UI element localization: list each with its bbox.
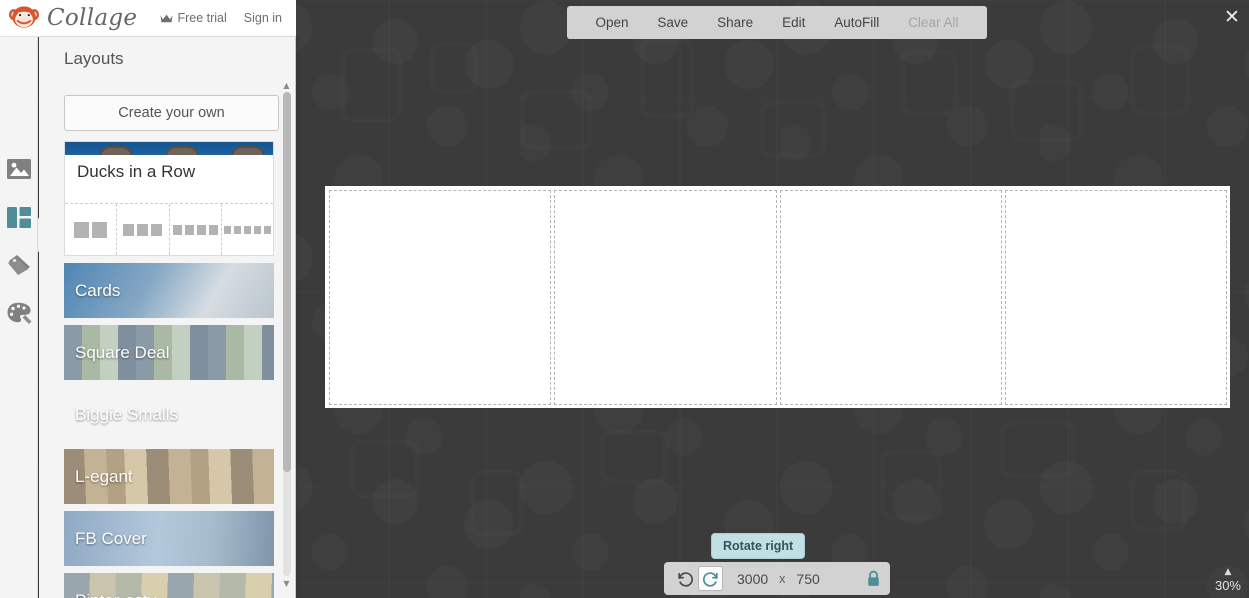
bg-shape: [1000, 420, 1076, 478]
layout-item-label: L-egant: [75, 466, 133, 486]
bg-shape: [1130, 470, 1188, 532]
layout-thumb: [65, 142, 273, 155]
layout-item-label: Ducks in a Row: [77, 162, 196, 181]
layout-item-label: Biggie Smalls: [75, 404, 178, 424]
layout-item[interactable]: FB Cover: [64, 511, 274, 566]
sidebar-item-swatches[interactable]: [0, 241, 38, 289]
layout-item[interactable]: Cards: [64, 263, 274, 318]
monkey-face-icon: [8, 6, 40, 28]
edit-button[interactable]: Edit: [775, 12, 812, 33]
layouts-grid-icon: [7, 206, 31, 228]
layout-list: Ducks in a Row Cards Square Deal Biggie …: [39, 141, 295, 598]
app-header: Collage Free trial Sign in: [0, 0, 296, 37]
tool-rail: [0, 37, 38, 598]
bg-shape: [430, 42, 478, 94]
layout-item-label: FB Cover: [75, 528, 147, 548]
canvas-cell-group: [329, 190, 1227, 405]
bg-shape: [340, 48, 402, 122]
free-trial-link[interactable]: Free trial: [160, 11, 227, 25]
sidebar-item-layouts[interactable]: [0, 193, 38, 241]
layout-item[interactable]: L-egant: [64, 449, 274, 504]
save-button[interactable]: Save: [650, 12, 695, 33]
layouts-scroll-area[interactable]: Create your own Ducks in a Row Cards Squ…: [39, 87, 295, 598]
swatches-tag-icon: [7, 255, 30, 275]
panel-scrollbar-thumb[interactable]: [283, 92, 291, 472]
canvas-dimensions: 3000 x 750: [737, 571, 820, 587]
scroll-up-arrow[interactable]: ▲: [282, 81, 291, 90]
panel-title: Layouts: [64, 49, 124, 68]
bg-shape: [1130, 44, 1190, 116]
layout-item-label: Cards: [75, 280, 121, 300]
sign-in-link[interactable]: Sign in: [244, 11, 282, 25]
create-your-own-button[interactable]: Create your own: [64, 95, 279, 131]
collage-editor-window: ✕ Open Save Share Edit AutoFill Clear Al…: [0, 0, 1249, 598]
layout-variant-5[interactable]: [222, 204, 273, 255]
layout-variant-2[interactable]: [65, 204, 118, 255]
bg-shape: [880, 450, 942, 520]
close-icon[interactable]: ✕: [1219, 4, 1245, 30]
image-icon: [7, 159, 31, 179]
open-button[interactable]: Open: [588, 12, 635, 33]
main-toolbar: Open Save Share Edit AutoFill Clear All: [567, 6, 987, 39]
layout-variant-4[interactable]: [170, 204, 222, 255]
canvas-width-value[interactable]: 3000: [737, 571, 768, 587]
bg-shape: [760, 100, 826, 158]
app-logo[interactable]: Collage: [7, 5, 137, 31]
layout-item-label: Pinter-esty: [75, 591, 156, 598]
autofill-button[interactable]: AutoFill: [827, 12, 886, 33]
bg-shape: [350, 440, 420, 498]
bg-shape: [520, 90, 592, 150]
bg-shape: [1010, 80, 1084, 142]
canvas-cell-3[interactable]: [779, 190, 1003, 405]
scroll-down-arrow[interactable]: ▼: [282, 579, 291, 588]
bg-shape: [900, 50, 958, 116]
clear-all-button: Clear All: [908, 15, 959, 30]
layout-item[interactable]: Pinter-esty: [64, 573, 274, 598]
layout-item[interactable]: Square Deal: [64, 325, 274, 380]
lock-icon[interactable]: [866, 570, 881, 587]
canvas-cell-2[interactable]: [553, 190, 777, 405]
canvas-cell-1[interactable]: [329, 190, 551, 405]
zoom-indicator[interactable]: ▲ 30%: [1214, 568, 1241, 594]
panel-scrollbar-track[interactable]: [283, 92, 291, 576]
layout-item[interactable]: Biggie Smalls: [64, 387, 274, 442]
free-trial-label: Free trial: [177, 11, 227, 25]
canvas-size-toolbar: 3000 x 750: [664, 562, 890, 595]
layout-item-label: Square Deal: [75, 342, 170, 362]
canvas-cell-4[interactable]: [1005, 190, 1227, 405]
layouts-panel: Layouts Create your own Ducks in a Row C…: [39, 37, 296, 598]
layout-variant-3[interactable]: [117, 204, 170, 255]
share-button[interactable]: Share: [710, 12, 760, 33]
bg-shape: [470, 470, 524, 536]
dimension-separator: x: [779, 571, 786, 586]
bg-shape: [600, 430, 668, 484]
rotate-left-icon[interactable]: [673, 566, 698, 591]
crown-icon: [160, 14, 173, 22]
logo-text: Collage: [47, 5, 138, 31]
header-links: Free trial Sign in: [160, 11, 282, 25]
collage-canvas[interactable]: [325, 186, 1230, 408]
rotate-right-tooltip: Rotate right: [711, 533, 806, 559]
sidebar-item-background[interactable]: [0, 289, 38, 337]
palette-icon: [7, 302, 31, 324]
bg-shape: [640, 38, 694, 118]
sidebar-item-images[interactable]: [0, 145, 38, 193]
zoom-level-label: 30%: [1214, 578, 1241, 593]
sign-in-label: Sign in: [243, 11, 282, 25]
canvas-height-value[interactable]: 750: [796, 571, 819, 587]
chevron-up-icon[interactable]: ▲: [1215, 568, 1241, 577]
layout-variants: [65, 203, 273, 255]
rotate-right-icon[interactable]: [698, 566, 723, 591]
layout-item-selected[interactable]: Ducks in a Row: [64, 141, 274, 256]
